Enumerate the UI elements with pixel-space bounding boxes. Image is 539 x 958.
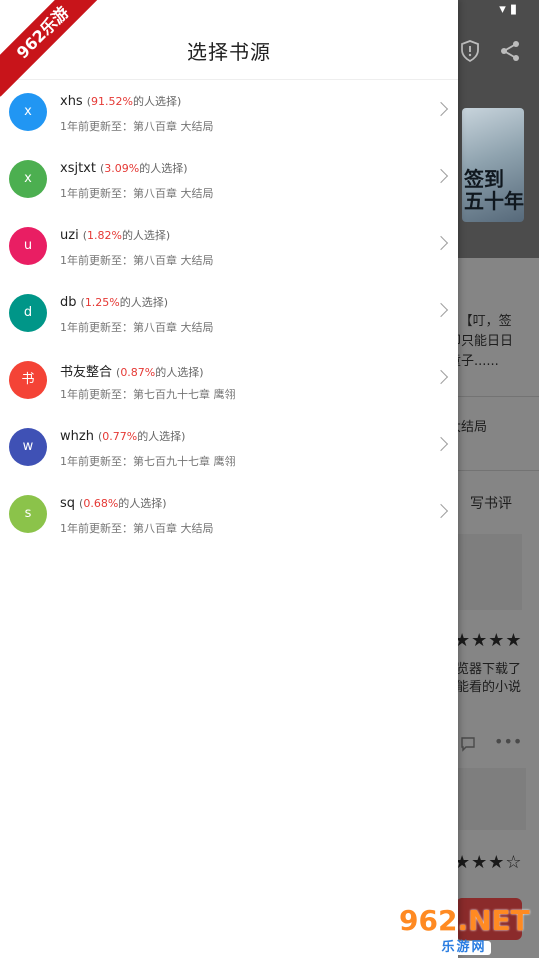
source-share: (91.52%的人选择): [86, 95, 182, 108]
source-name: uzi: [60, 228, 79, 243]
chevron-right-icon: [433, 168, 449, 184]
source-list: x xhs (91.52%的人选择) 1年前更新至：第八百章 大结局 x xsjtxt (3…: [0, 80, 458, 549]
source-percent-suffix: 的人选择): [119, 296, 169, 309]
source-name-line: sq (0.68%的人选择): [60, 495, 167, 511]
source-avatar: s: [9, 495, 47, 533]
review-card: [458, 768, 526, 830]
chevron-right-icon: [433, 436, 449, 452]
source-name: xhs: [60, 94, 83, 109]
watermark-logo: 962.NET 乐游网: [399, 904, 530, 955]
cover-title: 签到 五十年: [464, 167, 524, 213]
source-percent: 0.68%: [83, 497, 119, 510]
chevron-right-icon: [433, 503, 449, 519]
source-share: (0.77%的人选择): [97, 430, 186, 443]
source-avatar: w: [9, 428, 47, 466]
chevron-right-icon: [433, 101, 449, 117]
review-line: 能看的小说: [456, 680, 522, 695]
source-avatar: x: [9, 160, 47, 198]
source-avatar: u: [9, 227, 47, 265]
status-bar-icons: ▾ ▮: [499, 2, 517, 17]
review-line: 览器下载了: [456, 662, 522, 677]
source-share: (0.87%的人选择): [116, 366, 204, 379]
source-update: 1年前更新至：第八百章 大结局: [60, 254, 214, 267]
source-share: (1.82%的人选择): [82, 229, 171, 242]
chevron-right-icon: [433, 235, 449, 251]
source-item[interactable]: 书书友整合 (0.87%的人选择) 1年前更新至：第七百九十七章 鹰翎: [0, 348, 458, 415]
source-item[interactable]: x xhs (91.52%的人选择) 1年前更新至：第八百章 大结局: [0, 80, 458, 147]
chevron-right-icon: [433, 302, 449, 318]
source-name: 书友整合: [60, 365, 113, 380]
source-percent: 3.09%: [104, 162, 140, 175]
source-item[interactable]: s sq (0.68%的人选择) 1年前更新至：第八百章 大结局: [0, 482, 458, 549]
source-name-line: 书友整合 (0.87%的人选择): [60, 361, 204, 380]
more-icon[interactable]: •••: [494, 732, 522, 751]
source-percent: 1.25%: [84, 296, 120, 309]
source-percent-suffix: 的人选择): [137, 430, 186, 443]
watermark-logo-top: 962.NET: [399, 904, 530, 937]
source-percent: 0.87%: [120, 366, 156, 379]
source-name-line: xhs (91.52%的人选择): [60, 93, 181, 109]
source-name: whzh: [60, 429, 94, 444]
share-icon[interactable]: [500, 40, 520, 67]
source-update: 1年前更新至：第八百章 大结局: [60, 321, 214, 334]
source-drawer: 选择书源 x xhs (91.52%的人选择) 1年前更新至：第八百章 大结局 x xsj…: [0, 0, 458, 958]
rating-stars: ★★★★: [454, 630, 523, 651]
source-name-line: xsjtxt (3.09%的人选择): [60, 160, 188, 176]
review-card: [458, 534, 522, 610]
write-review-button[interactable]: 写书评: [454, 494, 512, 514]
source-name-line: db (1.25%的人选择): [60, 294, 168, 310]
source-update: 1年前更新至：第八百章 大结局: [60, 120, 214, 133]
source-item[interactable]: u uzi (1.82%的人选择) 1年前更新至：第八百章 大结局: [0, 214, 458, 281]
source-name: xsjtxt: [60, 161, 96, 176]
source-item[interactable]: w whzh (0.77%的人选择) 1年前更新至：第七百九十七章 鹰翎: [0, 415, 458, 482]
shield-icon[interactable]: [460, 40, 480, 67]
comment-icon[interactable]: [460, 736, 476, 756]
source-percent-suffix: 的人选择): [121, 229, 171, 242]
drawer-title: 选择书源: [187, 40, 271, 64]
source-share: (0.68%的人选择): [79, 497, 167, 510]
book-cover[interactable]: 签到 五十年: [462, 108, 524, 222]
source-update: 1年前更新至：第七百九十七章 鹰翎: [60, 455, 236, 468]
source-name: db: [60, 295, 77, 310]
source-percent: 91.52%: [91, 95, 133, 108]
source-percent-suffix: 的人选择): [132, 95, 182, 108]
source-share: (1.25%的人选择): [80, 296, 169, 309]
source-percent-suffix: 的人选择): [139, 162, 188, 175]
rating-stars: ★★★☆: [454, 852, 523, 873]
source-name-line: whzh (0.77%的人选择): [60, 428, 185, 444]
source-item[interactable]: d db (1.25%的人选择) 1年前更新至：第八百章 大结局: [0, 281, 458, 348]
source-update: 1年前更新至：第七百九十七章 鹰翎: [60, 388, 236, 401]
source-percent: 1.82%: [86, 229, 122, 242]
chevron-right-icon: [433, 369, 449, 385]
source-percent-suffix: 的人选择): [118, 497, 167, 510]
source-avatar: d: [9, 294, 47, 332]
source-name-line: uzi (1.82%的人选择): [60, 227, 170, 243]
source-item[interactable]: x xsjtxt (3.09%的人选择) 1年前更新至：第八百章 大结局: [0, 147, 458, 214]
source-update: 1年前更新至：第八百章 大结局: [60, 522, 214, 535]
source-update: 1年前更新至：第八百章 大结局: [60, 187, 214, 200]
write-review-label: 写书评: [470, 496, 512, 512]
source-share: (3.09%的人选择): [99, 162, 188, 175]
source-avatar: x: [9, 93, 47, 131]
source-avatar: 书: [9, 361, 47, 399]
source-percent-suffix: 的人选择): [155, 366, 204, 379]
source-name: sq: [60, 496, 76, 511]
watermark-logo-bottom: 乐游网: [437, 941, 491, 955]
source-percent: 0.77%: [102, 430, 138, 443]
